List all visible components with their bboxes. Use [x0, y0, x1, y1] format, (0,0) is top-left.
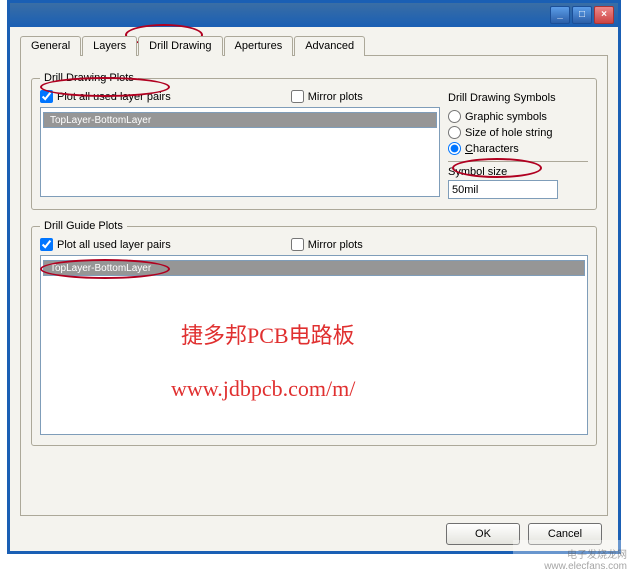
tab-layers[interactable]: Layers: [82, 36, 137, 56]
tab-advanced[interactable]: Advanced: [294, 36, 365, 56]
symbol-size-label: Symbol size: [448, 161, 588, 178]
tab-general[interactable]: General: [20, 36, 81, 56]
symbol-size-input[interactable]: [448, 180, 558, 199]
minimize-button[interactable]: _: [550, 6, 570, 24]
drill-drawing-symbols-panel: Drill Drawing Symbols Graphic symbols Si…: [448, 90, 588, 199]
mirror-plots-guide-checkbox[interactable]: [291, 238, 304, 251]
plot-all-used-guide-label[interactable]: Plot all used layer pairs: [40, 238, 171, 251]
radio-characters-label[interactable]: Characters: [448, 142, 588, 155]
radio-size-of-hole-text: Size of hole string: [465, 127, 552, 139]
drill-drawing-symbols-title: Drill Drawing Symbols: [448, 92, 588, 104]
radio-graphic-symbols[interactable]: [448, 110, 461, 123]
watermark-text-2: www.jdbpcb.com/m/: [171, 376, 355, 402]
drill-guide-layer-list[interactable]: TopLayer-BottomLayer 捷多邦PCB电路板 www.jdbpc…: [40, 255, 588, 435]
corner-watermark: 电子发烧龙网 www.elecfans.com: [513, 540, 633, 570]
drill-guide-plots-legend: Drill Guide Plots: [40, 220, 127, 232]
watermark-text-1: 捷多邦PCB电路板: [181, 318, 355, 350]
tab-strip: General Layers Drill Drawing Apertures A…: [20, 35, 608, 56]
plot-all-used-guide-text: Plot all used layer pairs: [57, 239, 171, 251]
radio-characters-text: Characters: [465, 143, 519, 155]
radio-graphic-symbols-label[interactable]: Graphic symbols: [448, 110, 588, 123]
dialog-window: _ □ × General Layers Drill Drawing Apert…: [7, 0, 621, 554]
mirror-plots-guide-text: Mirror plots: [308, 239, 363, 251]
plot-all-used-guide-checkbox[interactable]: [40, 238, 53, 251]
plot-all-used-drawing-checkbox[interactable]: [40, 90, 53, 103]
list-item[interactable]: TopLayer-BottomLayer: [43, 112, 437, 128]
tab-page-drill-drawing: Drill Drawing Plots Plot all used layer …: [20, 56, 608, 516]
list-item[interactable]: TopLayer-BottomLayer: [43, 260, 585, 276]
drill-drawing-plots-legend: Drill Drawing Plots: [40, 72, 138, 84]
window-buttons: _ □ ×: [550, 6, 614, 24]
radio-size-of-hole[interactable]: [448, 126, 461, 139]
drill-guide-plots-group: Drill Guide Plots Plot all used layer pa…: [31, 220, 597, 446]
close-button[interactable]: ×: [594, 6, 614, 24]
mirror-plots-drawing-label[interactable]: Mirror plots: [291, 90, 363, 103]
plot-all-used-drawing-text: Plot all used layer pairs: [57, 91, 171, 103]
radio-graphic-symbols-text: Graphic symbols: [465, 111, 547, 123]
tab-drill-drawing[interactable]: Drill Drawing: [138, 36, 222, 56]
ok-button[interactable]: OK: [446, 523, 520, 545]
mirror-plots-guide-label[interactable]: Mirror plots: [291, 238, 363, 251]
mirror-plots-drawing-checkbox[interactable]: [291, 90, 304, 103]
tab-apertures[interactable]: Apertures: [224, 36, 294, 56]
maximize-button[interactable]: □: [572, 6, 592, 24]
plot-all-used-drawing-label[interactable]: Plot all used layer pairs: [40, 90, 171, 103]
drill-drawing-plots-group: Drill Drawing Plots Plot all used layer …: [31, 72, 597, 210]
radio-characters[interactable]: [448, 142, 461, 155]
radio-size-of-hole-label[interactable]: Size of hole string: [448, 126, 588, 139]
titlebar: _ □ ×: [10, 3, 618, 27]
drill-drawing-layer-list[interactable]: TopLayer-BottomLayer: [40, 107, 440, 197]
mirror-plots-drawing-text: Mirror plots: [308, 91, 363, 103]
dialog-content: General Layers Drill Drawing Apertures A…: [10, 27, 618, 551]
